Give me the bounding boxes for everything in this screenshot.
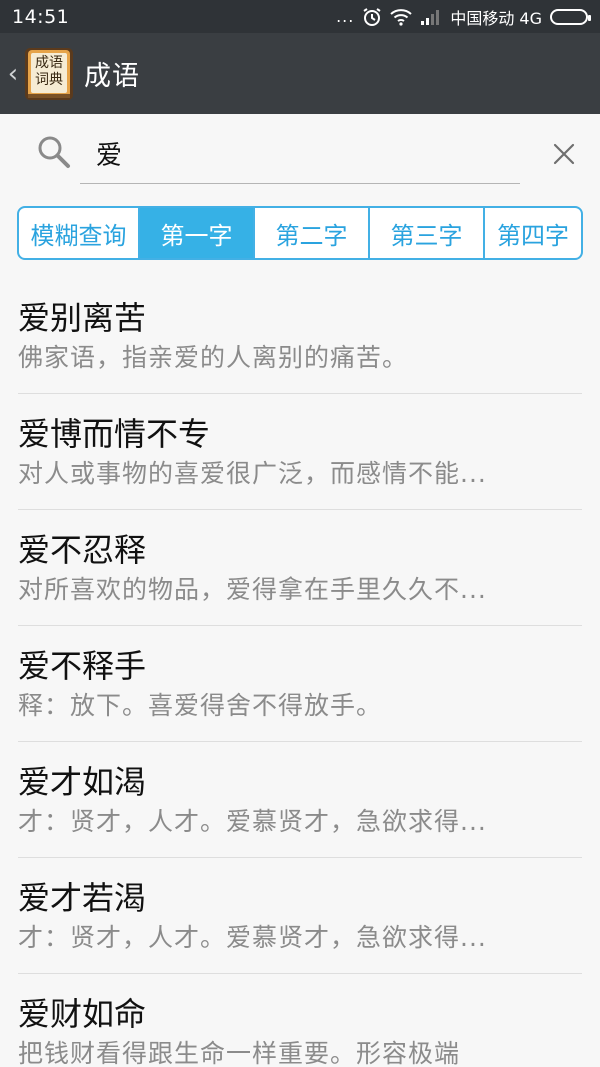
list-item[interactable]: 爱别离苦 佛家语，指亲爱的人离别的痛苦。 xyxy=(0,278,600,394)
tab-second-char[interactable]: 第二字 xyxy=(255,208,370,258)
status-bar: 14:51 ... 中国移动 4G xyxy=(0,0,600,33)
app-logo[interactable]: 成语 词典 xyxy=(22,46,76,102)
list-item[interactable]: 爱才若渴 才：贤才，人才。爱慕贤才，急欲求得... xyxy=(0,858,600,974)
status-indicators: ... 中国移动 4G xyxy=(336,5,591,29)
idiom-title: 爱才如渴 xyxy=(18,763,147,801)
logo-text-bottom: 词典 xyxy=(35,71,63,88)
tab-first-char[interactable]: 第一字 xyxy=(140,208,255,258)
idiom-title: 爱别离苦 xyxy=(18,299,147,337)
idiom-description: 对所喜欢的物品，爱得拿在手里久久不... xyxy=(18,575,487,604)
idiom-result-list: 爱别离苦 佛家语，指亲爱的人离别的痛苦。 爱博而情不专 对人或事物的喜爱很广泛，… xyxy=(0,278,600,1067)
battery-icon xyxy=(550,8,591,25)
idiom-title: 爱不忍释 xyxy=(18,531,147,569)
idiom-description: 才：贤才，人才。爱慕贤才，急欲求得... xyxy=(18,807,487,836)
search-bar xyxy=(0,114,600,198)
list-item[interactable]: 爱财如命 把钱财看得跟生命一样重要。形容极端 xyxy=(0,974,600,1067)
idiom-title: 爱财如命 xyxy=(18,995,147,1033)
idiom-title: 爱博而情不专 xyxy=(18,415,211,453)
idiom-description: 对人或事物的喜爱很广泛，而感情不能... xyxy=(18,459,487,488)
list-item[interactable]: 爱博而情不专 对人或事物的喜爱很广泛，而感情不能... xyxy=(0,394,600,510)
signal-icon xyxy=(420,9,442,25)
search-input-container xyxy=(80,126,575,184)
search-input[interactable] xyxy=(80,126,460,180)
logo-text-top: 成语 xyxy=(35,54,63,71)
back-button[interactable]: ‹ xyxy=(4,33,22,114)
notification-dots: ... xyxy=(336,7,355,26)
action-bar: ‹ 成语 词典 成语 xyxy=(0,33,600,114)
clear-icon[interactable] xyxy=(550,140,578,168)
idiom-description: 释：放下。喜爱得舍不得放手。 xyxy=(18,691,383,720)
logo-text: 成语 词典 xyxy=(31,55,67,89)
idiom-description: 才：贤才，人才。爱慕贤才，急欲求得... xyxy=(18,923,487,952)
tab-third-char[interactable]: 第三字 xyxy=(370,208,485,258)
idiom-title: 爱不释手 xyxy=(18,647,147,685)
carrier-label: 中国移动 4G xyxy=(450,8,542,28)
list-item[interactable]: 爱不释手 释：放下。喜爱得舍不得放手。 xyxy=(0,626,600,742)
page-title: 成语 xyxy=(84,61,140,92)
search-icon xyxy=(36,134,72,170)
list-item[interactable]: 爱才如渴 才：贤才，人才。爱慕贤才，急欲求得... xyxy=(0,742,600,858)
alarm-icon xyxy=(362,7,382,27)
tab-fourth-char[interactable]: 第四字 xyxy=(485,208,581,258)
list-item[interactable]: 爱不忍释 对所喜欢的物品，爱得拿在手里久久不... xyxy=(0,510,600,626)
chevron-left-icon: ‹ xyxy=(7,58,19,89)
status-time: 14:51 xyxy=(12,5,70,28)
idiom-description: 佛家语，指亲爱的人离别的痛苦。 xyxy=(18,343,409,372)
idiom-title: 爱才若渴 xyxy=(18,879,147,917)
idiom-description: 把钱财看得跟生命一样重要。形容极端 xyxy=(18,1039,461,1067)
search-mode-tabs: 模糊查询 第一字 第二字 第三字 第四字 xyxy=(17,206,583,260)
tab-fuzzy-search[interactable]: 模糊查询 xyxy=(19,208,140,258)
wifi-icon xyxy=(390,8,412,26)
